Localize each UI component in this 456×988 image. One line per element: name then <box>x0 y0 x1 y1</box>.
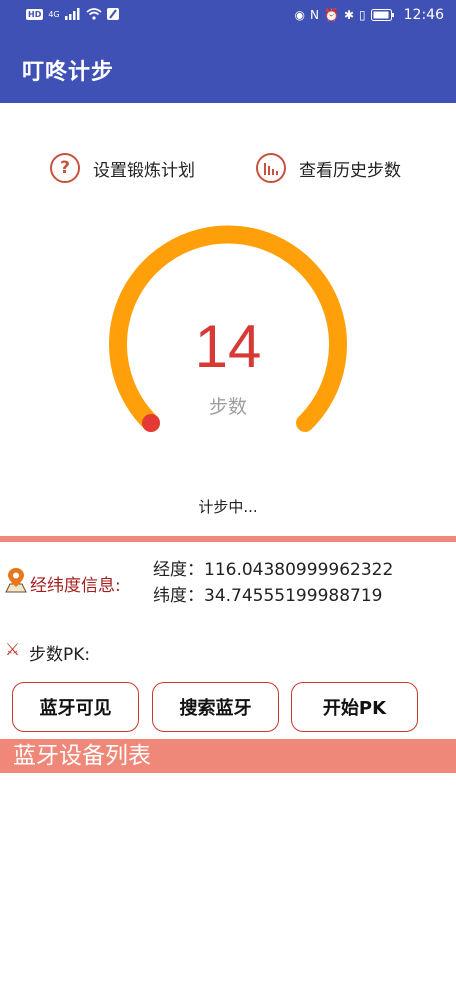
view-history-button[interactable]: 查看历史步数 <box>256 152 401 184</box>
eye-icon: ◉ <box>294 8 306 22</box>
app-bar: 叮咚计步 <box>0 32 456 103</box>
nfc-icon: N <box>310 8 320 22</box>
app-title: 叮咚计步 <box>22 60 115 85</box>
longitude-value: 经度：116.04380999962322 <box>153 560 394 580</box>
network-type: 4G <box>48 9 60 19</box>
bluetooth-visible-button[interactable]: 蓝牙可见 <box>12 682 139 732</box>
wifi-icon <box>86 8 102 20</box>
bar-chart-icon <box>256 153 286 183</box>
vibrate-icon: ▯ <box>359 8 366 22</box>
status-bar: HD 4G ◉ N ⏰ ✱ ▯ 12:46 <box>0 0 456 32</box>
view-history-label: 查看历史步数 <box>299 160 401 181</box>
start-pk-button[interactable]: 开始PK <box>291 682 418 732</box>
question-icon: ? <box>50 153 80 183</box>
bluetooth-icon: ✱ <box>343 8 355 22</box>
status-left: HD 4G <box>26 8 119 20</box>
step-status: 计步中... <box>198 498 258 516</box>
battery-icon <box>370 9 394 21</box>
status-right: ◉ N ⏰ ✱ ▯ 12:46 <box>295 7 444 23</box>
set-plan-label: 设置锻炼计划 <box>93 160 195 181</box>
alarm-icon: ⏰ <box>324 8 339 22</box>
set-plan-button[interactable]: ? 设置锻炼计划 <box>50 152 195 184</box>
step-unit-label: 步数 <box>208 396 247 418</box>
signal-icon <box>64 8 80 20</box>
step-count: 14 <box>194 313 262 380</box>
device-list-header: 蓝牙设备列表 <box>0 739 456 773</box>
clock: 12:46 <box>403 7 444 23</box>
latitude-value: 纬度：34.74555199988719 <box>153 586 383 606</box>
device-list <box>0 773 456 988</box>
location-pin-icon <box>5 568 27 593</box>
search-bluetooth-button[interactable]: 搜索蓝牙 <box>152 682 279 732</box>
pk-swords-icon: ⚔ <box>5 640 21 660</box>
app-notification-icon <box>106 8 119 20</box>
divider <box>0 536 456 542</box>
pk-title: 步数PK: <box>29 645 91 665</box>
location-title: 经纬度信息: <box>30 576 121 596</box>
hd-badge: HD <box>26 8 44 20</box>
